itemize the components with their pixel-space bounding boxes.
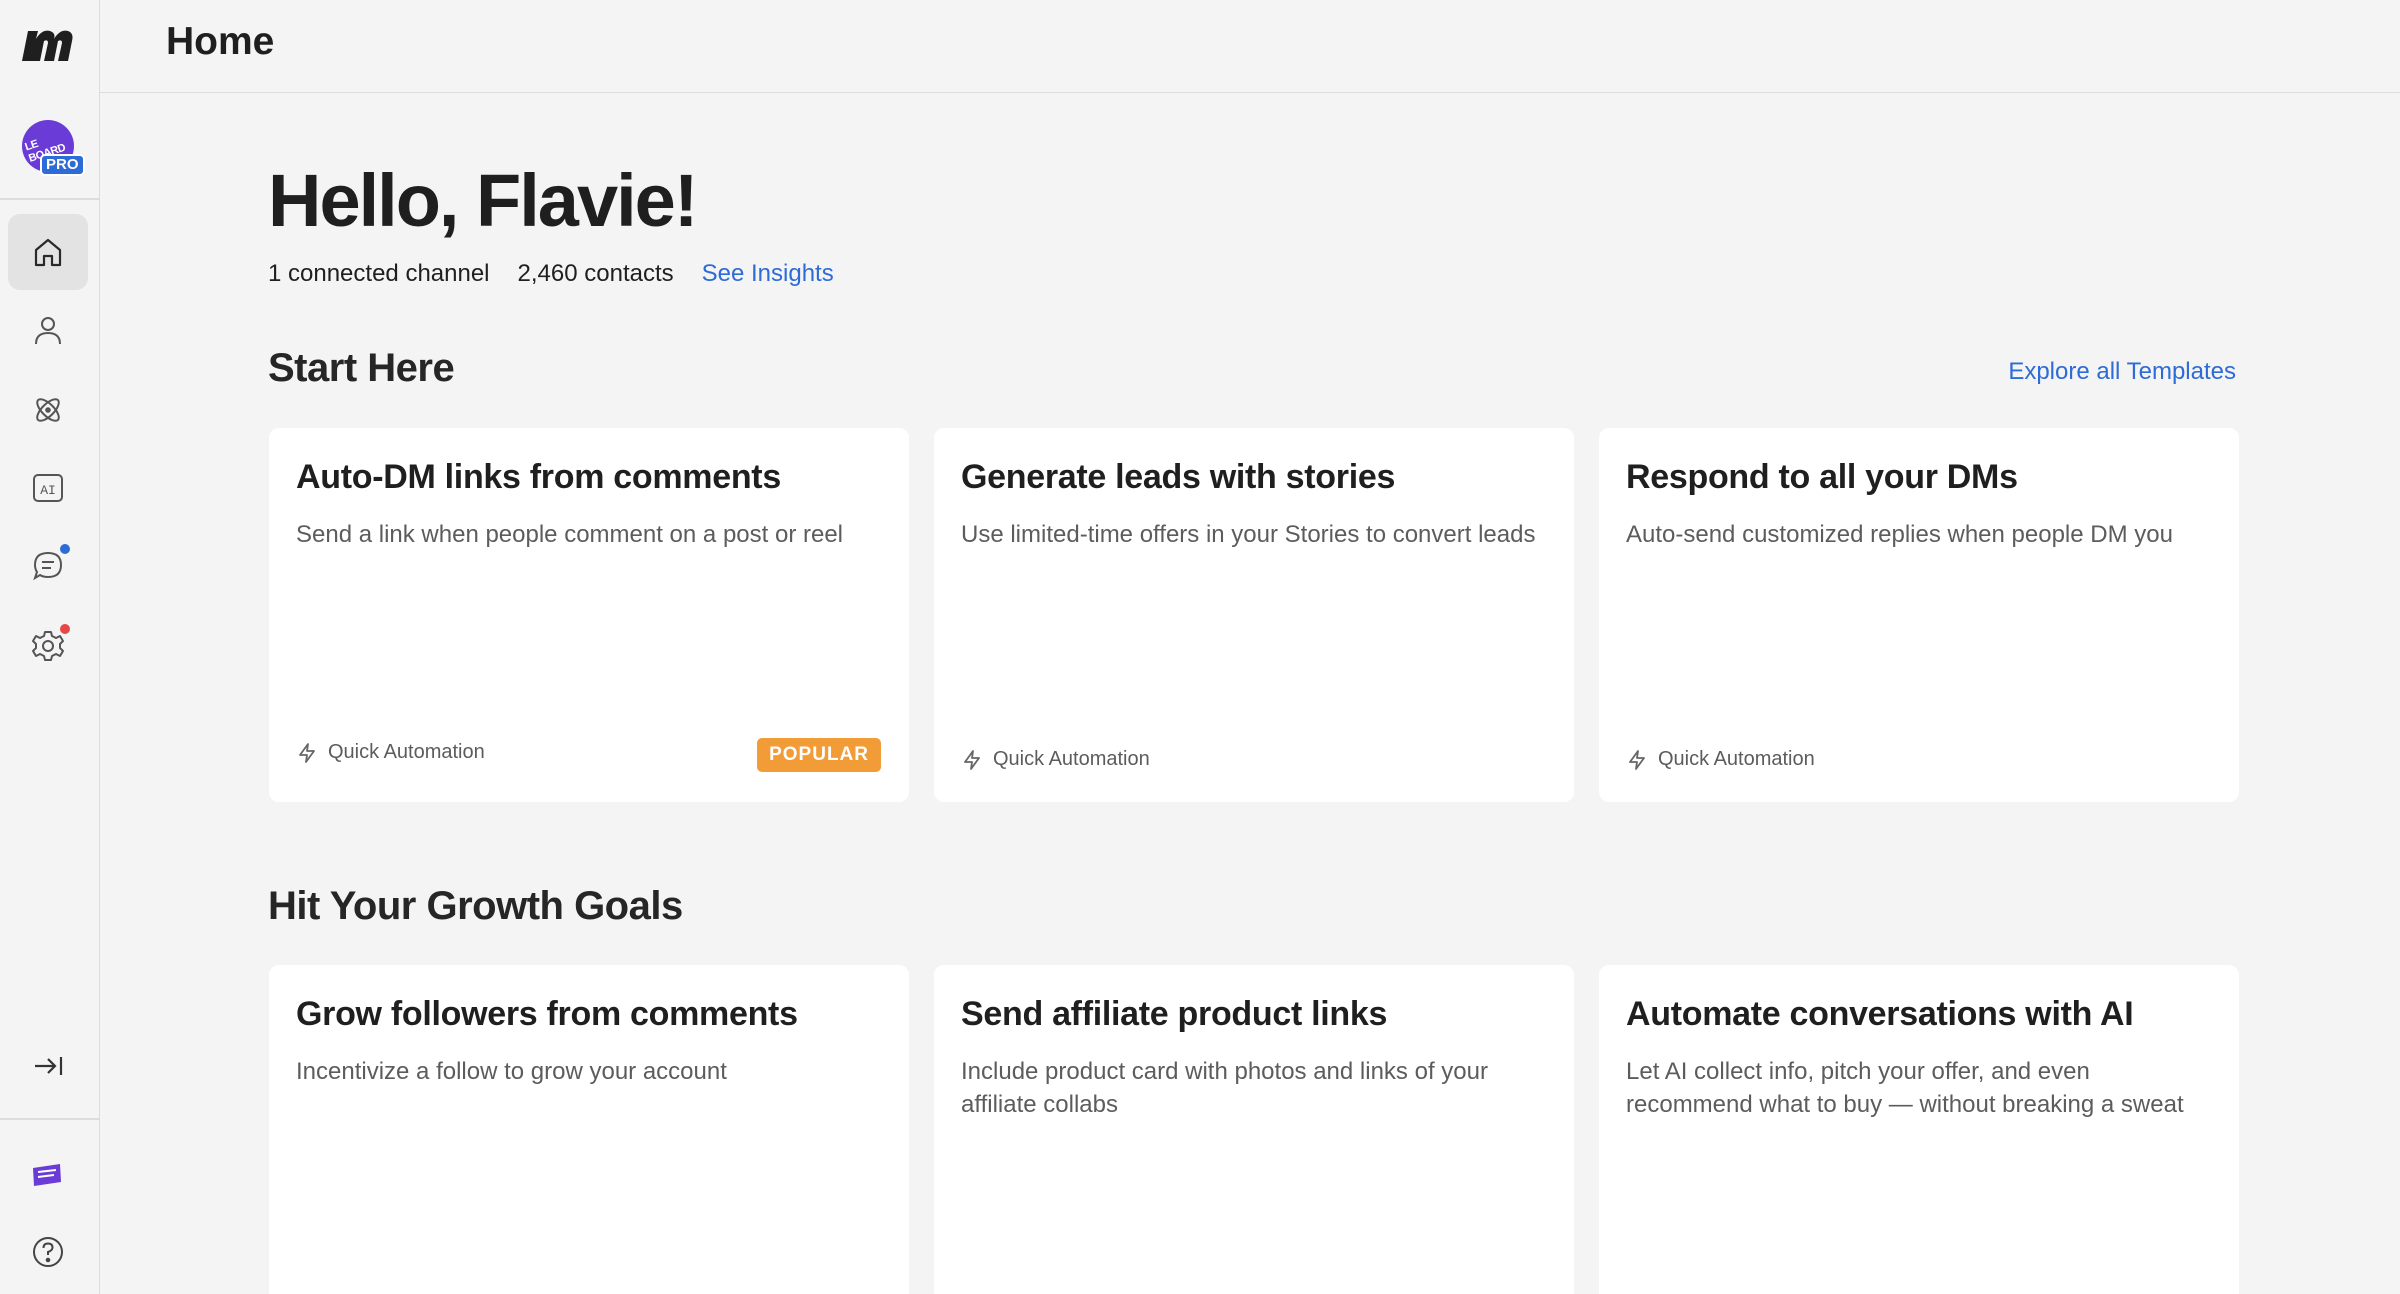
card-title: Send affiliate product links — [961, 995, 1388, 1033]
card-type-label: Quick Automation — [1658, 748, 1815, 770]
template-card[interactable]: Grow followers from comments Incentivize… — [269, 965, 909, 1294]
card-type: Quick Automation — [961, 748, 1150, 771]
sidebar-item-automations[interactable] — [8, 372, 88, 448]
home-icon — [34, 238, 62, 267]
card-description: Incentivize a follow to grow your accoun… — [296, 1058, 727, 1085]
see-insights-link[interactable]: See Insights — [702, 260, 834, 288]
card-description: Let AI collect info, pitch your offer, a… — [1626, 1058, 2184, 1118]
sidebar: LE BOARD PRO AI — [0, 0, 100, 1294]
card-description: Auto-send customized replies when people… — [1626, 521, 2173, 548]
sidebar-item-ai[interactable]: AI — [8, 450, 88, 526]
card-description: Include product card with photos and lin… — [961, 1058, 1488, 1118]
sidebar-divider-bottom — [0, 1118, 99, 1120]
card-type-label: Quick Automation — [993, 748, 1150, 770]
sidebar-item-contacts[interactable] — [8, 292, 88, 368]
growth-goals-title: Hit Your Growth Goals — [268, 884, 683, 928]
settings-notification-dot — [60, 624, 70, 634]
template-card[interactable]: Generate leads with stories Use limited-… — [934, 428, 1574, 802]
template-card[interactable]: Automate conversations with AI Let AI co… — [1599, 965, 2239, 1294]
start-here-title: Start Here — [268, 346, 455, 390]
card-description: Send a link when people comment on a pos… — [296, 521, 843, 548]
template-card[interactable]: Auto-DM links from comments Send a link … — [269, 428, 909, 802]
ai-icon: AI — [33, 474, 63, 502]
sidebar-item-home[interactable] — [8, 214, 88, 290]
card-type: Quick Automation — [296, 741, 485, 764]
account-logo-icon[interactable] — [30, 1160, 64, 1190]
account-stats: 1 connected channel 2,460 contacts See I… — [268, 260, 834, 288]
contacts-count: 2,460 contacts — [517, 260, 674, 287]
template-card[interactable]: Respond to all your DMs Auto-send custom… — [1599, 428, 2239, 802]
lightning-icon — [1629, 749, 1645, 770]
sidebar-divider — [0, 198, 99, 200]
card-title: Automate conversations with AI — [1626, 995, 2134, 1033]
account-avatar[interactable]: LE BOARD PRO — [20, 120, 85, 180]
svg-text:AI: AI — [40, 483, 56, 498]
card-type-label: Quick Automation — [328, 741, 485, 763]
atom-icon — [36, 398, 60, 422]
person-icon — [35, 317, 61, 345]
sidebar-item-inbox[interactable] — [8, 528, 88, 604]
template-card[interactable]: Send affiliate product links Include pro… — [934, 965, 1574, 1294]
gear-icon — [32, 631, 64, 661]
card-title: Grow followers from comments — [296, 995, 798, 1033]
connected-channels: 1 connected channel — [268, 260, 490, 287]
pro-badge: PRO — [40, 154, 85, 176]
card-title: Respond to all your DMs — [1626, 458, 2018, 496]
lightning-icon — [299, 742, 315, 763]
collapse-right-icon — [35, 1057, 63, 1075]
card-title: Generate leads with stories — [961, 458, 1396, 496]
greeting-heading: Hello, Flavie! — [268, 159, 698, 242]
explore-templates-link[interactable]: Explore all Templates — [2008, 358, 2236, 386]
card-type: Quick Automation — [1626, 748, 1815, 771]
lightning-icon — [964, 749, 980, 770]
page-title: Home — [166, 20, 275, 63]
chat-icon — [33, 551, 63, 581]
manychat-logo-icon[interactable] — [20, 25, 74, 63]
popular-badge: POPULAR — [757, 738, 881, 772]
card-title: Auto-DM links from comments — [296, 458, 781, 496]
sidebar-item-settings[interactable] — [8, 608, 88, 684]
sidebar-help-button[interactable] — [8, 1214, 88, 1290]
top-header: Home — [100, 0, 2400, 93]
help-icon — [33, 1237, 63, 1267]
inbox-notification-dot — [60, 544, 70, 554]
card-description: Use limited-time offers in your Stories … — [961, 521, 1536, 548]
sidebar-collapse-button[interactable] — [8, 1028, 88, 1104]
